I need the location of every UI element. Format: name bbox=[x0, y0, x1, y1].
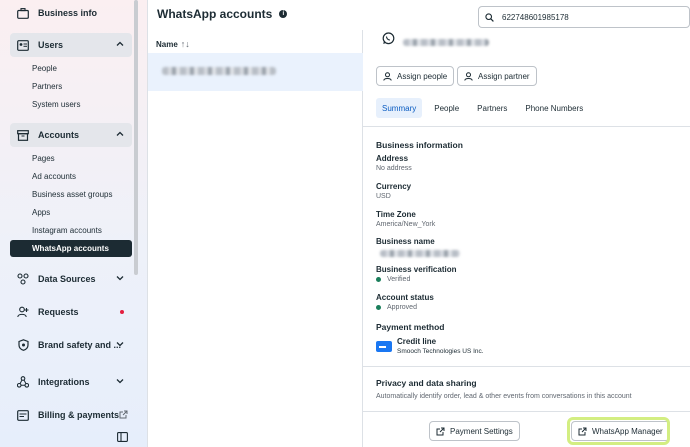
sidebar-item-label: Integrations bbox=[38, 377, 90, 387]
sidebar-subitem-business-asset-groups[interactable]: Business asset groups bbox=[10, 186, 132, 203]
assign-partner-label: Assign partner bbox=[478, 71, 530, 81]
sidebar-item-label: Billing & payments bbox=[38, 410, 120, 420]
chevron-down-icon[interactable] bbox=[116, 274, 124, 282]
sidebar-subitem-ad-accounts[interactable]: Ad accounts bbox=[10, 168, 132, 185]
sidebar-item-billing[interactable]: Billing & payments bbox=[10, 405, 132, 425]
sidebar-item-data-sources[interactable]: Data Sources bbox=[10, 269, 132, 289]
sort-icon[interactable]: ↑↓ bbox=[181, 39, 190, 49]
page-title-text: WhatsApp accounts bbox=[157, 7, 273, 21]
sidebar-subitem-partners[interactable]: Partners bbox=[10, 78, 132, 95]
sidebar: Business info Users People Partners Syst… bbox=[0, 0, 148, 447]
business-name-label: Business name bbox=[376, 237, 435, 246]
sidebar-subitem-instagram-accounts[interactable]: Instagram accounts bbox=[10, 222, 132, 239]
sidebar-collapse-icon[interactable] bbox=[117, 432, 128, 442]
sidebar-item-requests[interactable]: Requests bbox=[10, 302, 132, 322]
tab-people[interactable]: People bbox=[428, 98, 465, 118]
assign-people-button[interactable]: Assign people bbox=[376, 66, 455, 86]
list-item[interactable] bbox=[148, 53, 363, 91]
divider bbox=[363, 366, 690, 367]
divider bbox=[363, 126, 690, 127]
sidebar-subitem-people[interactable]: People bbox=[10, 60, 132, 77]
address-value: No address bbox=[376, 165, 412, 172]
timezone-label: Time Zone bbox=[376, 210, 416, 219]
sidebar-item-label: Business info bbox=[38, 8, 98, 18]
chevron-up-icon[interactable] bbox=[116, 40, 124, 48]
tab-partners[interactable]: Partners bbox=[471, 98, 513, 118]
divider bbox=[363, 411, 690, 412]
external-link-icon[interactable] bbox=[119, 410, 128, 419]
redacted-business-name bbox=[380, 250, 460, 257]
redacted-account-name bbox=[162, 67, 276, 75]
assign-partner-button[interactable]: Assign partner bbox=[457, 66, 537, 86]
sidebar-item-label: Data Sources bbox=[38, 274, 96, 284]
person-icon bbox=[383, 71, 392, 81]
page-title: WhatsApp accounts i bbox=[157, 7, 288, 21]
billing-icon bbox=[16, 408, 30, 422]
tab-summary[interactable]: Summary bbox=[376, 98, 423, 118]
chevron-up-icon[interactable] bbox=[116, 130, 124, 138]
payment-settings-button[interactable]: Payment Settings bbox=[429, 421, 520, 441]
redacted-account-title bbox=[403, 39, 489, 46]
search-input[interactable]: 622748601985178 bbox=[478, 6, 690, 28]
account-status: Approved bbox=[376, 304, 417, 311]
sidebar-item-label: Brand safety and ... bbox=[38, 340, 122, 350]
credit-provider: Smooch Technologies US Inc. bbox=[397, 348, 484, 355]
external-link-icon bbox=[436, 427, 445, 436]
account-status-value: Approved bbox=[387, 304, 417, 311]
column-header-label: Name bbox=[156, 39, 178, 49]
sidebar-subitem-system-users[interactable]: System users bbox=[10, 96, 132, 113]
status-dot bbox=[376, 304, 381, 310]
data-sources-icon bbox=[16, 272, 30, 286]
sidebar-subitem-whatsapp-accounts[interactable]: WhatsApp accounts bbox=[10, 240, 132, 257]
verification-label: Business verification bbox=[376, 265, 457, 274]
account-list: Name ↑↓ bbox=[148, 30, 363, 447]
verification-status: Verified bbox=[376, 276, 410, 283]
sidebar-item-business-info[interactable]: Business info bbox=[10, 3, 132, 23]
address-label: Address bbox=[376, 154, 409, 163]
sidebar-item-accounts[interactable]: Accounts bbox=[10, 125, 132, 145]
sidebar-subitem-apps[interactable]: Apps bbox=[10, 204, 132, 221]
name-column-header[interactable]: Name ↑↓ bbox=[156, 39, 190, 49]
verification-value: Verified bbox=[387, 276, 411, 283]
notification-dot bbox=[120, 310, 124, 314]
timezone-value: America/New_York bbox=[376, 221, 436, 228]
account-detail-panel: Assign people Assign partner Summary Peo… bbox=[363, 30, 690, 447]
person-icon bbox=[464, 71, 473, 81]
search-value: 622748601985178 bbox=[502, 12, 569, 22]
sidebar-subitem-pages[interactable]: Pages bbox=[10, 150, 132, 167]
sidebar-scrollbar[interactable] bbox=[134, 0, 138, 275]
payment-settings-label: Payment Settings bbox=[450, 426, 513, 436]
tab-phone-numbers[interactable]: Phone Numbers bbox=[519, 98, 589, 118]
chevron-down-icon[interactable] bbox=[116, 377, 124, 385]
info-icon[interactable]: i bbox=[279, 10, 288, 18]
sidebar-item-label: Users bbox=[38, 40, 64, 50]
search-icon bbox=[485, 12, 494, 22]
status-dot bbox=[376, 276, 381, 282]
credit-line-label: Credit line bbox=[397, 337, 437, 346]
id-card-icon bbox=[16, 38, 30, 52]
highlight-outline bbox=[567, 417, 670, 445]
integrations-icon bbox=[16, 375, 30, 389]
chevron-down-icon[interactable] bbox=[116, 340, 124, 348]
assign-people-label: Assign people bbox=[397, 71, 448, 81]
privacy-heading: Privacy and data sharing bbox=[376, 378, 477, 388]
detail-tabs: Summary People Partners Phone Numbers bbox=[376, 98, 595, 118]
privacy-description: Automatically identify order, lead & oth… bbox=[376, 393, 632, 400]
sidebar-item-label: Requests bbox=[38, 307, 79, 317]
whatsapp-icon bbox=[382, 32, 395, 45]
currency-value: USD bbox=[376, 193, 391, 200]
sidebar-item-integrations[interactable]: Integrations bbox=[10, 372, 132, 392]
credit-card-icon bbox=[376, 341, 392, 352]
currency-label: Currency bbox=[376, 182, 412, 191]
sidebar-item-brand-safety[interactable]: Brand safety and ... bbox=[10, 335, 132, 355]
account-status-label: Account status bbox=[376, 293, 434, 302]
briefcase-icon bbox=[16, 6, 30, 20]
sidebar-item-users[interactable]: Users bbox=[10, 35, 132, 55]
payment-method-heading: Payment method bbox=[376, 322, 445, 332]
person-add-icon bbox=[16, 305, 30, 319]
archive-icon bbox=[16, 128, 30, 142]
shield-icon bbox=[16, 338, 30, 352]
sidebar-item-label: Accounts bbox=[38, 130, 80, 140]
business-information-heading: Business information bbox=[376, 140, 463, 150]
